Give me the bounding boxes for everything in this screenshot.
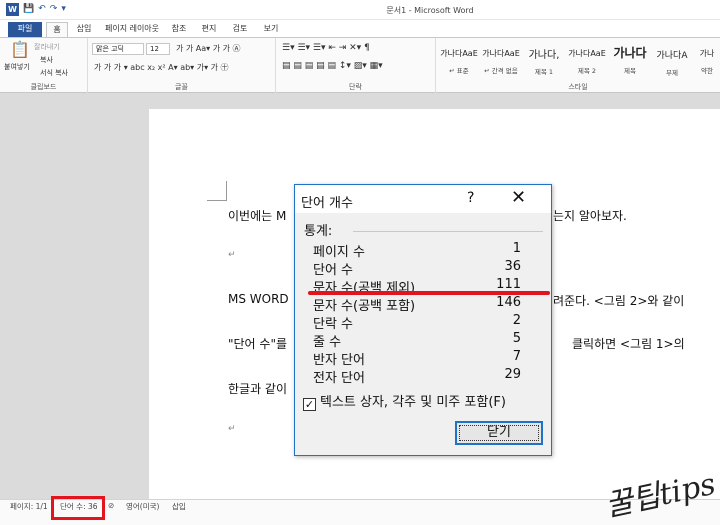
help-icon[interactable]: ?	[467, 190, 474, 206]
paragraph-group-label: 단락	[349, 83, 362, 91]
doc-line3-right: 려준다. <그림 2>와 같이	[553, 294, 685, 308]
stat-label: 단락 수	[313, 317, 354, 332]
status-insert-mode[interactable]: 삽입	[172, 501, 186, 512]
doc-line4-right: 클릭하면 <그림 1>의	[572, 337, 685, 351]
tab-view[interactable]: 보기	[260, 22, 282, 37]
stat-row: 반자 단어 7	[313, 349, 521, 368]
stat-row: 단락 수 2	[313, 313, 521, 332]
style-subtitle[interactable]: 가나다A 부제	[652, 42, 692, 78]
close-button[interactable]: 닫기	[455, 421, 543, 445]
doc-line1-left: 이번에는 M	[228, 209, 287, 223]
format-painter-button[interactable]: 서식 복사	[40, 68, 68, 78]
doc-line3-left: MS WORD	[228, 292, 289, 306]
margin-corner-mark	[207, 181, 227, 201]
clipboard-group: 📋 붙여넣기 잘라내기 복사 서식 복사 클립보드	[0, 38, 88, 94]
paragraph-group: ☰▾ ☰▾ ☰▾ ⇤ ⇥ ✕▾ ¶ ▤ ▤ ▤ ▤ ▤ ↕▾ ▨▾ ▦▾ 단락	[276, 38, 436, 94]
stat-value: 29	[504, 367, 521, 382]
style-subtle[interactable]: 가나 약한	[694, 42, 720, 78]
paste-icon[interactable]: 📋	[10, 40, 30, 59]
tab-home[interactable]: 홈	[46, 22, 68, 37]
title-bar: W 💾 ↶ ↷ ▾ 문서1 - Microsoft Word	[0, 0, 720, 20]
paragraph-mark: ↵	[228, 250, 236, 260]
clipboard-group-label: 클립보드	[30, 83, 57, 91]
tab-page-layout[interactable]: 페이지 레이아웃	[102, 22, 162, 37]
tab-references[interactable]: 참조	[168, 22, 190, 37]
stat-value: 5	[512, 331, 521, 346]
dialog-title: 단어 개수	[301, 196, 353, 211]
statistics-heading: 통계:	[304, 224, 333, 239]
tab-file[interactable]: 파일	[8, 22, 42, 37]
proofing-icon[interactable]: ⊘	[108, 501, 114, 510]
stat-row: 단어 수 36	[313, 259, 521, 278]
stat-row: 페이지 수 1	[313, 241, 521, 260]
stat-label: 단어 수	[313, 263, 354, 278]
font-group: 맑은 고딕 12 가 가 Aa▾ 가 가 Ⓐ 가 가 가 ▾ abc x₂ x²…	[88, 38, 276, 94]
window-title: 문서1 - Microsoft Word	[386, 6, 474, 15]
stat-label: 줄 수	[313, 335, 342, 350]
stat-row: 문자 수(공백 포함) 146	[313, 295, 521, 314]
ribbon: 📋 붙여넣기 잘라내기 복사 서식 복사 클립보드 맑은 고딕 12 가 가 A…	[0, 37, 720, 94]
ribbon-tabs: 파일 홈 삽입 페이지 레이아웃 참조 편지 검토 보기	[0, 20, 720, 37]
style-heading2[interactable]: 가나다AaE 제목 2	[566, 42, 608, 78]
stat-label: 반자 단어	[313, 353, 365, 368]
dialog-title-bar: 단어 개수 ? ✕	[295, 185, 551, 213]
doc-line5: 한글과 같이	[228, 382, 288, 396]
word-count-dialog: 단어 개수 ? ✕ 통계: 페이지 수1 단어 수 36 문자 수(공백 제외) 1…	[294, 184, 552, 456]
stat-value: 111	[496, 277, 521, 292]
copy-button[interactable]: 복사	[40, 55, 53, 65]
stat-value: 2	[512, 313, 521, 328]
font-size-box[interactable]: 12	[146, 43, 170, 55]
stat-value: 1	[512, 241, 521, 256]
include-textboxes-checkbox[interactable]: ✓	[303, 398, 316, 411]
font-format-icons[interactable]: 가 가 가 ▾ abc x₂ x² A▾ ab▾ 가▾ 가 ㊉	[94, 62, 229, 73]
stat-value: 146	[496, 295, 521, 310]
styles-group: 가나다AaE ↵ 표준 가나다AaE ↵ 간격 없음 가나다, 제목 1 가나다AaE…	[436, 38, 720, 94]
status-language[interactable]: 영어(미국)	[126, 501, 159, 512]
styles-group-label: 스타일	[568, 83, 588, 91]
include-textboxes-checkbox-row[interactable]: ✓ 텍스트 상자, 각주 및 미주 포함(F)	[303, 391, 506, 411]
tab-mailings[interactable]: 편지	[198, 22, 220, 37]
include-textboxes-label[interactable]: 텍스트 상자, 각주 및 미주 포함(F)	[320, 395, 506, 410]
grow-font-icon[interactable]: 가 가 Aa▾ 가 가 Ⓐ	[176, 43, 241, 54]
status-page[interactable]: 페이지: 1/1	[10, 501, 48, 512]
stat-label: 페이지 수	[313, 245, 365, 260]
focus-ring	[459, 425, 539, 441]
paragraph-mark: ↵	[228, 424, 236, 434]
red-highlight-box	[51, 496, 105, 520]
stat-row: 줄 수 5	[313, 331, 521, 350]
stat-label: 전자 단어	[313, 371, 365, 386]
section-divider	[353, 231, 543, 232]
style-no-spacing[interactable]: 가나다AaE ↵ 간격 없음	[480, 42, 522, 78]
cut-button[interactable]: 잘라내기	[34, 42, 60, 52]
list-icons[interactable]: ☰▾ ☰▾ ☰▾ ⇤ ⇥ ✕▾ ¶	[282, 43, 370, 53]
close-icon[interactable]: ✕	[511, 187, 526, 208]
stat-value: 36	[504, 259, 521, 274]
font-group-label: 글꼴	[175, 83, 188, 91]
stat-row: 전자 단어 29	[313, 367, 521, 386]
font-name-box[interactable]: 맑은 고딕	[92, 43, 144, 55]
style-normal[interactable]: 가나다AaE ↵ 표준	[440, 42, 478, 78]
tab-insert[interactable]: 삽입	[72, 22, 96, 37]
style-heading1[interactable]: 가나다, 제목 1	[524, 42, 564, 78]
stat-label: 문자 수(공백 포함)	[313, 299, 416, 314]
doc-line4-left: "단어 수"를	[228, 337, 288, 351]
align-icons[interactable]: ▤ ▤ ▤ ▤ ▤ ↕▾ ▨▾ ▦▾	[282, 61, 383, 71]
tab-review[interactable]: 검토	[229, 22, 251, 37]
paste-button[interactable]: 붙여넣기	[4, 62, 30, 72]
style-title[interactable]: 가나다 제목	[610, 42, 650, 78]
red-underline-annotation	[308, 291, 550, 295]
doc-line1-right: 는지 알아보자.	[553, 209, 627, 223]
stat-value: 7	[512, 349, 521, 364]
